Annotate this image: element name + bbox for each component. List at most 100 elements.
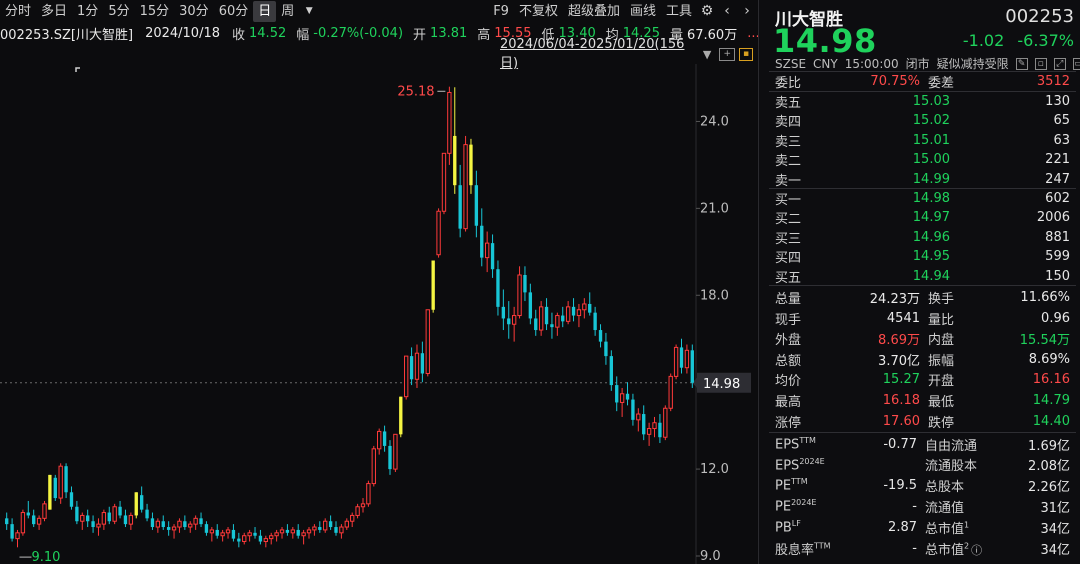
info-circle-icon[interactable]: ⓘ (971, 544, 982, 557)
candle-body (668, 375, 673, 409)
fin-label: PE2024E (775, 498, 851, 514)
ask-volume: 130 (1045, 94, 1070, 109)
f9-button[interactable]: F9 (488, 1, 514, 22)
stat-value: 16.16 (1032, 372, 1070, 388)
order-ratio-row: 委比 70.75% 委差 3512 (775, 72, 1070, 91)
bid-row[interactable]: 买二 14.97 2006 (775, 208, 1070, 227)
period-tab-5min[interactable]: 5分 (103, 1, 134, 22)
candle-body (69, 492, 74, 507)
stat-value: 14.40 (1032, 413, 1070, 429)
candle-body (382, 431, 387, 446)
bid-row[interactable]: 买一 14.98 602 (775, 189, 1070, 208)
pencil-icon[interactable]: ✎ (1015, 57, 1028, 70)
open-value: 13.81 (430, 25, 468, 41)
exchange-text: SZSE (775, 56, 807, 71)
ask-row[interactable]: 卖二 15.00 221 (775, 150, 1070, 169)
candle-body (285, 529, 290, 533)
chevron-right-icon[interactable]: › (737, 1, 757, 22)
candle-body (555, 315, 560, 328)
fin-label-text: PB (775, 520, 792, 536)
draw-line-button[interactable]: 画线 (625, 1, 661, 22)
bid-price: 14.97 (912, 210, 950, 226)
window-icon[interactable]: ▫ (1034, 57, 1047, 70)
fin-sup: TTM (799, 435, 816, 445)
period-tab-multiday[interactable]: 多日 (36, 1, 72, 22)
candle-body (247, 532, 252, 537)
price-change: -1.02 -6.37% (955, 31, 1074, 50)
fin-label-text: 总市值 (925, 521, 965, 537)
time-text: 15:00:00 (844, 56, 899, 71)
plus-box-icon[interactable]: + (719, 47, 736, 61)
fullscreen-icon[interactable]: ⤢ (1053, 57, 1066, 70)
stat-value: 0.96 (1041, 310, 1070, 326)
no-adjust-button[interactable]: 不复权 (514, 1, 563, 22)
candle-body (646, 428, 652, 435)
fundamental-row: PETTM -19.5 总股本 2.26亿 (775, 476, 1070, 496)
bid-row[interactable]: 买五 14.94 150 (775, 267, 1070, 286)
stat-label: 量比 (928, 312, 955, 328)
fin-sup: TTM (791, 477, 808, 487)
order-ratio-label: 委比 (775, 76, 802, 91)
quote-panel: 川大智胜 002253 14.98 -1.02 -6.37% SZSE CNY … (758, 0, 1080, 564)
candle-body (177, 520, 182, 528)
period-tab-60min[interactable]: 60分 (214, 1, 254, 22)
ask-row[interactable]: 卖一 14.99 247 (775, 170, 1070, 189)
bid-row[interactable]: 买四 14.95 599 (775, 247, 1070, 266)
candle-body (155, 520, 161, 528)
gear-icon[interactable]: ⚙ (697, 1, 717, 22)
stat-value: 15.27 (882, 372, 920, 388)
stat-value: 24.23万 (869, 292, 920, 307)
candle-body (26, 512, 30, 516)
candle-body (36, 517, 42, 525)
super-overlay-button[interactable]: 超级叠加 (563, 1, 625, 22)
ask-row[interactable]: 卖四 15.02 65 (775, 111, 1070, 130)
corner-marker (75, 67, 80, 72)
period-tab-1min[interactable]: 1分 (72, 1, 103, 22)
candle-body (507, 318, 511, 325)
candle-body (220, 532, 225, 537)
ask-row[interactable]: 卖三 15.01 63 (775, 131, 1070, 150)
chevron-left-icon[interactable]: ‹ (717, 1, 737, 22)
ask-price: 15.03 (912, 94, 950, 109)
fin-label-text: 流通股本 (925, 459, 978, 475)
bid-row[interactable]: 买三 14.96 881 (775, 228, 1070, 247)
range-dropdown-icon[interactable]: ▼ (703, 48, 711, 61)
fin-value: -0.77 (883, 436, 917, 452)
period-tab-timeshare[interactable]: 分时 (0, 1, 36, 22)
period-tab-30min[interactable]: 30分 (174, 1, 214, 22)
ask-level-label: 卖五 (775, 96, 802, 111)
bid-volume: 602 (1045, 191, 1070, 206)
fin-label-text: PE (775, 478, 792, 494)
period-tab-daily[interactable]: 日 (253, 1, 277, 22)
candle-body (538, 306, 544, 331)
stat-label: 跌停 (928, 415, 955, 431)
fin-value: - (912, 498, 917, 514)
candle-body (523, 274, 527, 293)
candle-body (377, 430, 382, 450)
candle-body (420, 353, 425, 374)
candle-body (679, 347, 684, 368)
stat-label: 现手 (775, 312, 802, 328)
restore-icon[interactable]: ▭ (1072, 57, 1080, 70)
stat-label: 总量 (775, 292, 802, 307)
candle-body (118, 506, 122, 516)
bid-volume: 599 (1045, 249, 1070, 265)
candle-body (274, 532, 279, 537)
period-tab-15min[interactable]: 15分 (135, 1, 175, 22)
candle-body (306, 529, 312, 534)
period-tab-weekly[interactable]: 周 (276, 1, 299, 22)
fundamental-row: PBLF 2.87 总市值1 34亿 (775, 517, 1070, 537)
caret-down-icon[interactable]: ▼ (299, 1, 319, 22)
tools-button[interactable]: 工具 (661, 1, 697, 22)
ask-row[interactable]: 卖五 15.03 130 (775, 92, 1070, 111)
candle-body (75, 506, 79, 522)
ask-volume: 247 (1045, 171, 1070, 187)
fin-label-text: PE (775, 499, 792, 515)
candlestick-chart[interactable]: 24.021.018.015.012.09.014.9825.189.10 (0, 64, 757, 564)
candle-body (145, 509, 149, 519)
bid-level-label: 买三 (775, 231, 802, 247)
stat-value: 8.69% (1028, 351, 1070, 367)
lock-icon[interactable]: ▪ (739, 47, 753, 61)
stats-row: 现手 4541 量比 0.96 (775, 309, 1070, 328)
ask-level-label: 卖四 (775, 115, 802, 131)
